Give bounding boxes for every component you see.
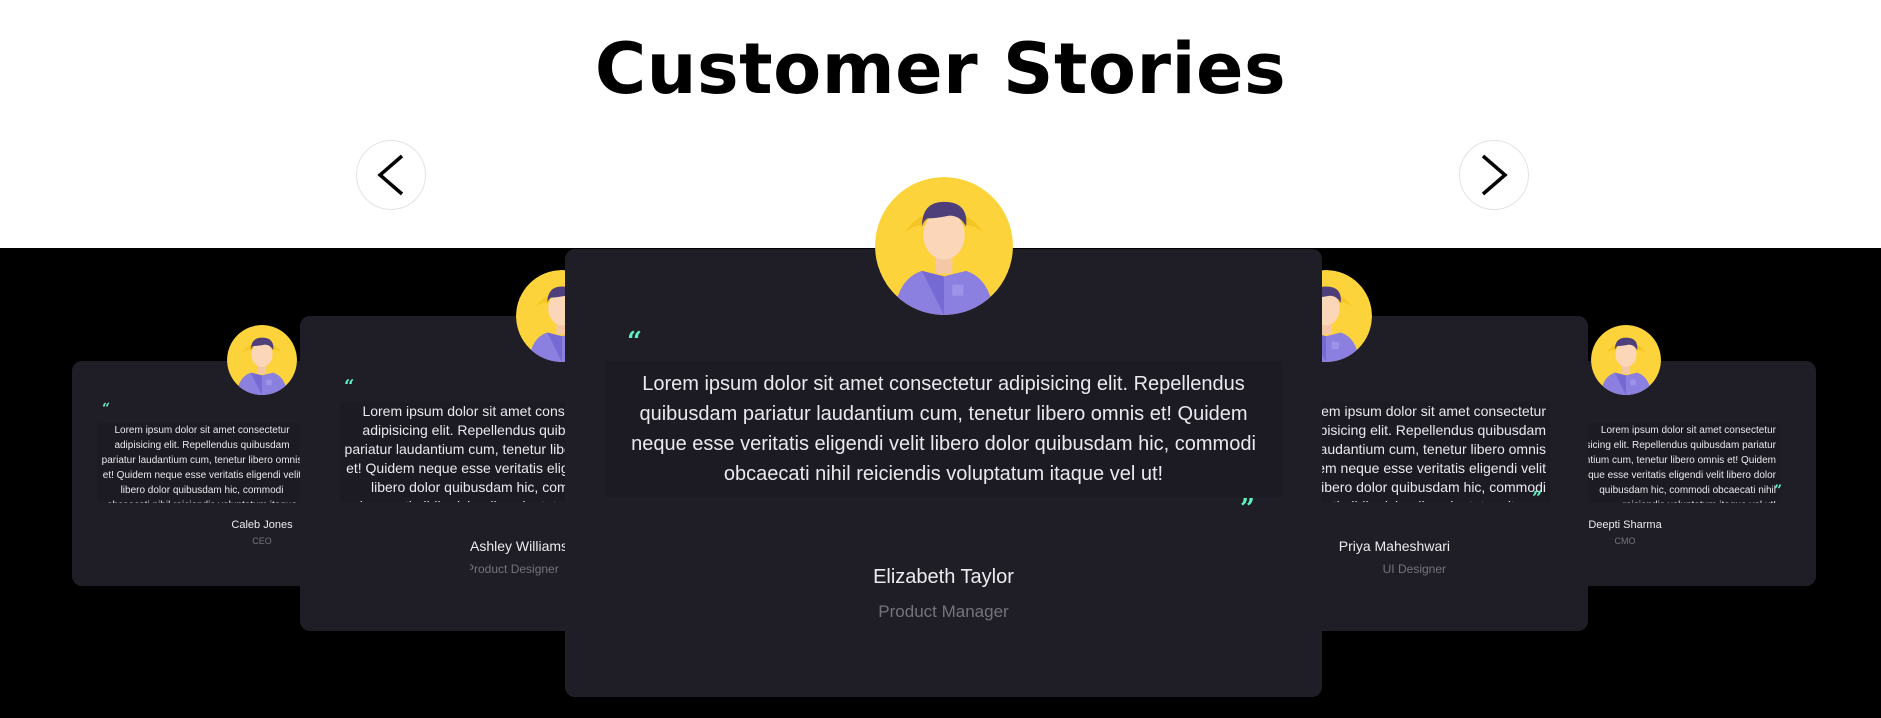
testimonial-card-active: “ Lorem ipsum dolor sit amet consectetur… bbox=[565, 177, 1322, 697]
avatar-icon bbox=[1591, 325, 1661, 395]
close-quote-icon: ” bbox=[1240, 494, 1255, 524]
testimonial-text: Lorem ipsum dolor sit amet consectetur a… bbox=[605, 361, 1282, 497]
testimonial-card: Lorem ipsum dolor sit amet consectetur a… bbox=[1280, 270, 1588, 631]
next-button[interactable] bbox=[1459, 140, 1529, 210]
testimonial-card: “ Lorem ipsum dolor sit amet consectetur… bbox=[72, 325, 322, 586]
avatar bbox=[1591, 325, 1661, 395]
testimonial-text: Lorem ipsum dolor sit amet consectetur a… bbox=[1560, 423, 1780, 503]
testimonial-name: Priya Maheshwari bbox=[1338, 538, 1450, 554]
chevron-left-icon bbox=[377, 154, 404, 196]
open-quote-icon: “ bbox=[102, 401, 111, 417]
testimonial-card: Lorem ipsum dolor sit amet consectetur a… bbox=[1560, 325, 1816, 586]
open-quote-icon: “ bbox=[627, 327, 642, 357]
avatar-icon bbox=[875, 177, 1013, 315]
chevron-right-icon bbox=[1481, 154, 1508, 196]
testimonial-text: Lorem ipsum dolor sit amet consectetur a… bbox=[97, 423, 307, 503]
testimonial-name: Elizabeth Taylor bbox=[873, 566, 1014, 588]
testimonial-card: “ Lorem ipsum dolor sit amet consectetur… bbox=[300, 270, 608, 631]
close-quote-icon: ” bbox=[1532, 488, 1543, 509]
testimonial-role: Product Manager bbox=[878, 602, 1009, 621]
avatar-icon bbox=[227, 325, 297, 395]
prev-button[interactable] bbox=[356, 140, 426, 210]
testimonial-text: Lorem ipsum dolor sit amet consectetur a… bbox=[1300, 402, 1550, 502]
close-quote-icon: ” bbox=[1774, 483, 1783, 499]
avatar bbox=[875, 177, 1013, 315]
avatar bbox=[227, 325, 297, 395]
open-quote-icon: “ bbox=[344, 376, 355, 397]
testimonial-text: Lorem ipsum dolor sit amet consectetur a… bbox=[340, 402, 590, 502]
page-title: Customer Stories bbox=[594, 28, 1287, 110]
